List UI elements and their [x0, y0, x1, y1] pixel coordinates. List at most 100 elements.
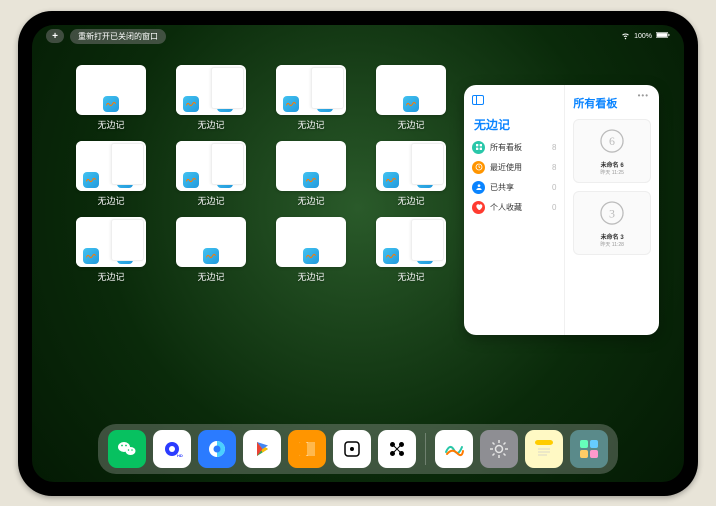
- dock-app-play[interactable]: [243, 430, 281, 468]
- window-thumb[interactable]: 无边记: [272, 141, 350, 207]
- freeform-icon: [383, 248, 399, 264]
- app-switcher-grid: 无边记 无边记 无边记 无边记 无边记 无边记 无边记: [72, 65, 450, 283]
- thumb-label: 无边记: [397, 270, 424, 283]
- freeform-icon: [203, 248, 219, 264]
- thumb-preview: [176, 65, 246, 115]
- board-name: 未命名 3: [601, 232, 624, 241]
- freeform-icon: [303, 172, 319, 188]
- freeform-icon: [417, 172, 433, 188]
- window-thumb[interactable]: 无边记: [372, 65, 450, 131]
- wifi-icon: [621, 31, 630, 42]
- battery-icon: [656, 31, 670, 41]
- category-row[interactable]: 个人收藏 0: [472, 201, 556, 214]
- thumb-preview: [376, 217, 446, 267]
- category-label: 已共享: [490, 182, 514, 193]
- window-thumb[interactable]: 无边记: [272, 65, 350, 131]
- status-bar: + 重新打开已关闭的窗口 100%: [32, 29, 684, 44]
- board-date: 昨天 11:25: [600, 169, 624, 176]
- thumb-preview: [276, 217, 346, 267]
- clock-icon: [472, 161, 485, 174]
- board-card[interactable]: 3 未命名 3 昨天 11:28: [573, 191, 651, 255]
- category-label: 个人收藏: [490, 202, 522, 213]
- thumb-preview: [76, 65, 146, 115]
- more-icon[interactable]: •••: [638, 91, 649, 100]
- freeform-icon: [317, 96, 333, 112]
- person-icon: [472, 181, 485, 194]
- freeform-icon: [103, 96, 119, 112]
- window-thumb[interactable]: 无边记: [72, 217, 150, 283]
- freeform-icon: [83, 172, 99, 188]
- screen: + 重新打开已关闭的窗口 100% 无边记 无边记: [32, 25, 684, 482]
- dock-divider: [425, 433, 426, 465]
- heart-icon: [472, 201, 485, 214]
- window-thumb[interactable]: 无边记: [172, 217, 250, 283]
- dock: HD: [98, 424, 618, 474]
- thumb-label: 无边记: [97, 118, 124, 131]
- grid-icon: [472, 141, 485, 154]
- freeform-icon: [183, 172, 199, 188]
- window-thumb[interactable]: 无边记: [172, 141, 250, 207]
- sidebar-panel: ••• 无边记 所有看板 8 最近使用 8 已共享 0 个人收藏 0 所有看板 …: [464, 85, 659, 335]
- thumb-preview: [76, 141, 146, 191]
- new-window-button[interactable]: +: [46, 29, 64, 43]
- category-count: 8: [552, 143, 556, 152]
- thumb-preview: [176, 217, 246, 267]
- category-row[interactable]: 已共享 0: [472, 181, 556, 194]
- category-row[interactable]: 最近使用 8: [472, 161, 556, 174]
- thumb-label: 无边记: [97, 194, 124, 207]
- dock-app-dice[interactable]: [333, 430, 371, 468]
- thumb-label: 无边记: [397, 194, 424, 207]
- freeform-icon: [403, 96, 419, 112]
- thumb-label: 无边记: [97, 270, 124, 283]
- freeform-icon: [217, 96, 233, 112]
- dock-app-books[interactable]: [288, 430, 326, 468]
- dock-app-app-library[interactable]: [570, 430, 608, 468]
- panel-categories: 无边记 所有看板 8 最近使用 8 已共享 0 个人收藏 0: [464, 85, 565, 335]
- svg-text:HD: HD: [177, 453, 183, 458]
- freeform-icon: [117, 172, 133, 188]
- panel-boards: 所有看板 6 未命名 6 昨天 11:25 3 未命名 3 昨天 11:28: [565, 85, 659, 335]
- category-count: 8: [552, 163, 556, 172]
- thumb-preview: [276, 141, 346, 191]
- dock-app-quark[interactable]: HD: [153, 430, 191, 468]
- dock-app-qqbrowser[interactable]: [198, 430, 236, 468]
- thumb-label: 无边记: [397, 118, 424, 131]
- category-label: 所有看板: [490, 142, 522, 153]
- window-thumb[interactable]: 无边记: [372, 141, 450, 207]
- category-label: 最近使用: [490, 162, 522, 173]
- panel-left-title: 无边记: [474, 116, 556, 133]
- dock-app-notes[interactable]: [525, 430, 563, 468]
- status-indicators: 100%: [621, 31, 670, 42]
- board-card[interactable]: 6 未命名 6 昨天 11:25: [573, 119, 651, 183]
- ipad-frame: + 重新打开已关闭的窗口 100% 无边记 无边记: [18, 11, 698, 496]
- board-thumbnail: 3: [595, 196, 629, 230]
- freeform-icon: [383, 172, 399, 188]
- svg-text:6: 6: [609, 134, 615, 148]
- battery-label: 100%: [634, 33, 652, 40]
- thumb-label: 无边记: [297, 194, 324, 207]
- window-thumb[interactable]: 无边记: [272, 217, 350, 283]
- thumb-label: 无边记: [197, 270, 224, 283]
- reopen-closed-window-button[interactable]: 重新打开已关闭的窗口: [70, 29, 166, 44]
- category-count: 0: [552, 203, 556, 212]
- freeform-icon: [83, 248, 99, 264]
- dock-app-wechat[interactable]: [108, 430, 146, 468]
- thumb-label: 无边记: [297, 270, 324, 283]
- freeform-icon: [217, 172, 233, 188]
- svg-text:3: 3: [609, 206, 615, 220]
- window-thumb[interactable]: 无边记: [372, 217, 450, 283]
- window-thumb[interactable]: 无边记: [72, 65, 150, 131]
- freeform-icon: [117, 248, 133, 264]
- window-thumb[interactable]: 无边记: [72, 141, 150, 207]
- dock-app-settings[interactable]: [480, 430, 518, 468]
- thumb-label: 无边记: [197, 194, 224, 207]
- thumb-preview: [76, 217, 146, 267]
- board-date: 昨天 11:28: [600, 241, 624, 248]
- dock-app-freeform[interactable]: [435, 430, 473, 468]
- category-row[interactable]: 所有看板 8: [472, 141, 556, 154]
- window-thumb[interactable]: 无边记: [172, 65, 250, 131]
- freeform-icon: [417, 248, 433, 264]
- sidebar-toggle-icon[interactable]: [472, 95, 484, 105]
- dock-app-linker[interactable]: [378, 430, 416, 468]
- freeform-icon: [183, 96, 199, 112]
